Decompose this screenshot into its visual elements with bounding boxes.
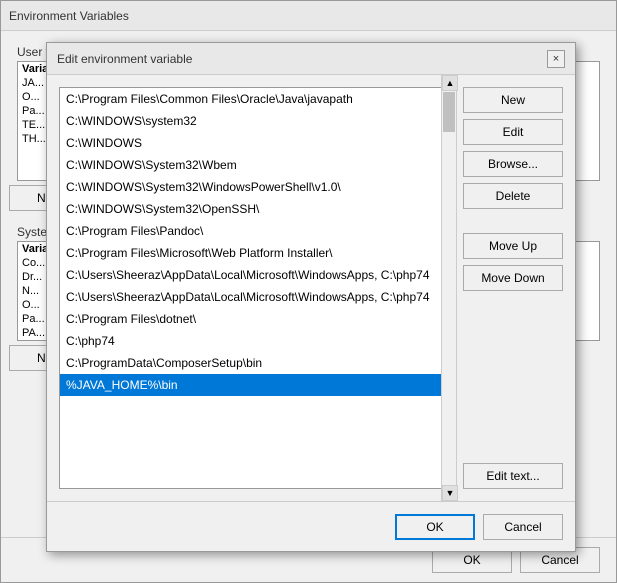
dialog-cancel-button[interactable]: Cancel [483,514,563,540]
dialog-footer: OK Cancel [47,501,575,551]
list-item[interactable]: C:\WINDOWS\System32\Wbem [60,154,452,176]
edit-env-dialog: Edit environment variable × C:\Program F… [46,42,576,552]
scroll-up-arrow[interactable]: ▲ [442,75,458,91]
edit-text-button[interactable]: Edit text... [463,463,563,489]
dialog-ok-button[interactable]: OK [395,514,475,540]
list-item[interactable]: C:\WINDOWS\System32\OpenSSH\ [60,198,452,220]
list-item[interactable]: C:\Program Files\Pandoc\ [60,220,452,242]
dialog-close-button[interactable]: × [547,50,565,68]
list-item[interactable]: C:\Users\Sheeraz\AppData\Local\Microsoft… [60,264,452,286]
list-item[interactable]: C:\WINDOWS\system32 [60,110,452,132]
new-button[interactable]: New [463,87,563,113]
scroll-thumb[interactable] [443,92,455,132]
list-item-selected[interactable]: %JAVA_HOME%\bin [60,374,452,396]
move-down-button[interactable]: Move Down [463,265,563,291]
scroll-down-arrow[interactable]: ▼ [442,485,458,501]
list-item[interactable]: C:\WINDOWS [60,132,452,154]
scroll-track [442,91,456,485]
delete-button[interactable]: Delete [463,183,563,209]
list-item[interactable]: C:\php74 [60,330,452,352]
list-item[interactable]: C:\Program Files\Common Files\Oracle\Jav… [60,88,452,110]
env-var-list[interactable]: C:\Program Files\Common Files\Oracle\Jav… [59,87,453,489]
list-item[interactable]: C:\Users\Sheeraz\AppData\Local\Microsoft… [60,286,452,308]
browse-button[interactable]: Browse... [463,151,563,177]
dialog-title-bar: Edit environment variable × [47,43,575,75]
list-item[interactable]: C:\Program Files\dotnet\ [60,308,452,330]
list-item[interactable]: C:\ProgramData\ComposerSetup\bin [60,352,452,374]
bg-title-bar: Environment Variables [1,1,616,31]
list-item[interactable]: C:\WINDOWS\System32\WindowsPowerShell\v1… [60,176,452,198]
scrollbar[interactable]: ▲ ▼ [441,75,457,501]
bg-title-text: Environment Variables [9,9,129,23]
dialog-title: Edit environment variable [57,52,192,66]
dialog-buttons-panel: New Edit Browse... Delete Move Up Move D… [463,87,563,489]
edit-button[interactable]: Edit [463,119,563,145]
move-up-button[interactable]: Move Up [463,233,563,259]
list-item[interactable]: C:\Program Files\Microsoft\Web Platform … [60,242,452,264]
dialog-body: C:\Program Files\Common Files\Oracle\Jav… [47,75,575,501]
